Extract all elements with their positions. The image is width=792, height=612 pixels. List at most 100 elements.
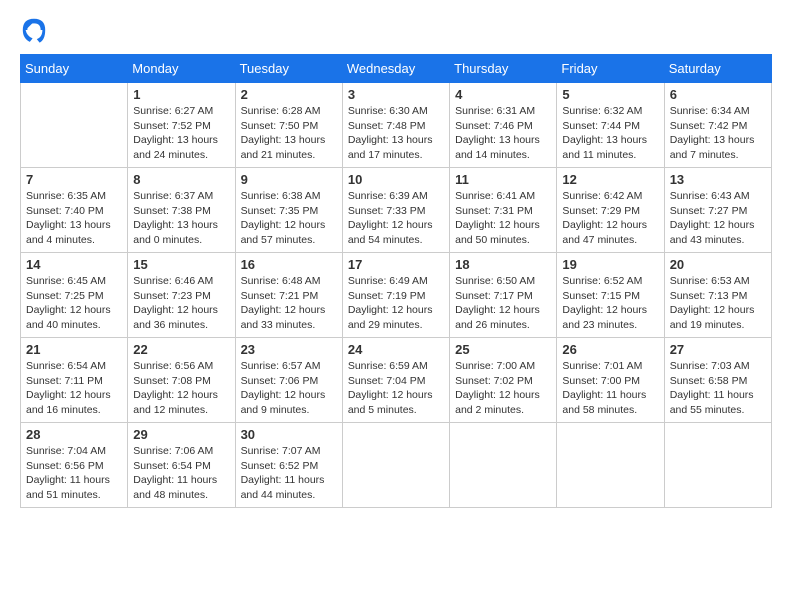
day-info: Sunrise: 6:39 AMSunset: 7:33 PMDaylight:… [348,189,444,248]
day-info: Sunrise: 6:45 AMSunset: 7:25 PMDaylight:… [26,274,122,333]
calendar-day-cell: 28 Sunrise: 7:04 AMSunset: 6:56 PMDayligh… [21,423,128,508]
day-info: Sunrise: 6:53 AMSunset: 7:13 PMDaylight:… [670,274,766,333]
day-info: Sunrise: 6:32 AMSunset: 7:44 PMDaylight:… [562,104,658,163]
day-number: 11 [455,172,551,187]
day-info: Sunrise: 7:03 AMSunset: 6:58 PMDaylight:… [670,359,766,418]
day-info: Sunrise: 6:43 AMSunset: 7:27 PMDaylight:… [670,189,766,248]
calendar-day-cell: 9 Sunrise: 6:38 AMSunset: 7:35 PMDaylight… [235,168,342,253]
day-info: Sunrise: 6:48 AMSunset: 7:21 PMDaylight:… [241,274,337,333]
day-number: 9 [241,172,337,187]
header [20,16,772,44]
calendar-day-cell: 6 Sunrise: 6:34 AMSunset: 7:42 PMDaylight… [664,83,771,168]
day-info: Sunrise: 6:42 AMSunset: 7:29 PMDaylight:… [562,189,658,248]
calendar-day-cell: 17 Sunrise: 6:49 AMSunset: 7:19 PMDayligh… [342,253,449,338]
day-number: 29 [133,427,229,442]
calendar-week-row: 14 Sunrise: 6:45 AMSunset: 7:25 PMDayligh… [21,253,772,338]
calendar-day-cell: 4Sunrise: 6:31 AMSunset: 7:46 PMDaylight… [450,83,557,168]
day-number: 6 [670,87,766,102]
calendar-day-cell: 25Sunrise: 7:00 AMSunset: 7:02 PMDayligh… [450,338,557,423]
day-info: Sunrise: 6:57 AMSunset: 7:06 PMDaylight:… [241,359,337,418]
day-info: Sunrise: 6:27 AMSunset: 7:52 PMDaylight:… [133,104,229,163]
day-number: 20 [670,257,766,272]
day-of-week-header: Sunday [21,55,128,83]
day-number: 10 [348,172,444,187]
day-number: 17 [348,257,444,272]
calendar-day-cell [342,423,449,508]
day-info: Sunrise: 6:37 AMSunset: 7:38 PMDaylight:… [133,189,229,248]
calendar-day-cell: 16 Sunrise: 6:48 AMSunset: 7:21 PMDayligh… [235,253,342,338]
day-of-week-header: Wednesday [342,55,449,83]
calendar-day-cell [664,423,771,508]
calendar-day-cell [21,83,128,168]
day-info: Sunrise: 6:35 AMSunset: 7:40 PMDaylight:… [26,189,122,248]
calendar-day-cell: 8 Sunrise: 6:37 AMSunset: 7:38 PMDaylight… [128,168,235,253]
day-of-week-header: Monday [128,55,235,83]
day-of-week-header: Saturday [664,55,771,83]
day-info: Sunrise: 7:06 AMSunset: 6:54 PMDaylight:… [133,444,229,503]
calendar-day-cell: 19 Sunrise: 6:52 AMSunset: 7:15 PMDayligh… [557,253,664,338]
day-number: 19 [562,257,658,272]
calendar-day-cell: 27 Sunrise: 7:03 AMSunset: 6:58 PMDayligh… [664,338,771,423]
calendar-day-cell: 24Sunrise: 6:59 AMSunset: 7:04 PMDayligh… [342,338,449,423]
day-number: 8 [133,172,229,187]
day-info: Sunrise: 6:41 AMSunset: 7:31 PMDaylight:… [455,189,551,248]
calendar-week-row: 1 Sunrise: 6:27 AMSunset: 7:52 PMDaylight… [21,83,772,168]
day-info: Sunrise: 7:07 AMSunset: 6:52 PMDaylight:… [241,444,337,503]
calendar-day-cell [557,423,664,508]
day-number: 23 [241,342,337,357]
calendar-day-cell: 29 Sunrise: 7:06 AMSunset: 6:54 PMDayligh… [128,423,235,508]
day-number: 21 [26,342,122,357]
day-number: 27 [670,342,766,357]
day-of-week-header: Friday [557,55,664,83]
day-info: Sunrise: 7:01 AMSunset: 7:00 PMDaylight:… [562,359,658,418]
calendar-day-cell: 20 Sunrise: 6:53 AMSunset: 7:13 PMDayligh… [664,253,771,338]
calendar-day-cell: 15Sunrise: 6:46 AMSunset: 7:23 PMDayligh… [128,253,235,338]
day-info: Sunrise: 6:34 AMSunset: 7:42 PMDaylight:… [670,104,766,163]
day-info: Sunrise: 6:52 AMSunset: 7:15 PMDaylight:… [562,274,658,333]
calendar-day-cell: 26 Sunrise: 7:01 AMSunset: 7:00 PMDayligh… [557,338,664,423]
calendar-day-cell: 12 Sunrise: 6:42 AMSunset: 7:29 PMDayligh… [557,168,664,253]
day-number: 22 [133,342,229,357]
day-number: 30 [241,427,337,442]
day-number: 5 [562,87,658,102]
day-info: Sunrise: 6:50 AMSunset: 7:17 PMDaylight:… [455,274,551,333]
calendar-day-cell: 22 Sunrise: 6:56 AMSunset: 7:08 PMDayligh… [128,338,235,423]
calendar-week-row: 28 Sunrise: 7:04 AMSunset: 6:56 PMDayligh… [21,423,772,508]
day-number: 25 [455,342,551,357]
calendar-day-cell: 2 Sunrise: 6:28 AMSunset: 7:50 PMDaylight… [235,83,342,168]
day-number: 18 [455,257,551,272]
calendar-day-cell: 13 Sunrise: 6:43 AMSunset: 7:27 PMDayligh… [664,168,771,253]
day-info: Sunrise: 6:38 AMSunset: 7:35 PMDaylight:… [241,189,337,248]
calendar-day-cell: 11 Sunrise: 6:41 AMSunset: 7:31 PMDayligh… [450,168,557,253]
day-info: Sunrise: 7:04 AMSunset: 6:56 PMDaylight:… [26,444,122,503]
day-info: Sunrise: 6:31 AMSunset: 7:46 PMDaylight:… [455,104,551,163]
day-info: Sunrise: 6:56 AMSunset: 7:08 PMDaylight:… [133,359,229,418]
day-number: 28 [26,427,122,442]
calendar-week-row: 21Sunrise: 6:54 AMSunset: 7:11 PMDayligh… [21,338,772,423]
logo-icon [20,16,48,44]
day-of-week-header: Tuesday [235,55,342,83]
day-number: 14 [26,257,122,272]
day-number: 2 [241,87,337,102]
day-number: 1 [133,87,229,102]
calendar-header-row: SundayMondayTuesdayWednesdayThursdayFrid… [21,55,772,83]
day-number: 7 [26,172,122,187]
calendar-day-cell: 23 Sunrise: 6:57 AMSunset: 7:06 PMDayligh… [235,338,342,423]
calendar-week-row: 7 Sunrise: 6:35 AMSunset: 7:40 PMDaylight… [21,168,772,253]
calendar-day-cell: 14 Sunrise: 6:45 AMSunset: 7:25 PMDayligh… [21,253,128,338]
calendar-day-cell [450,423,557,508]
day-number: 13 [670,172,766,187]
day-number: 12 [562,172,658,187]
calendar-day-cell: 18 Sunrise: 6:50 AMSunset: 7:17 PMDayligh… [450,253,557,338]
calendar-day-cell: 30 Sunrise: 7:07 AMSunset: 6:52 PMDayligh… [235,423,342,508]
calendar-day-cell: 3 Sunrise: 6:30 AMSunset: 7:48 PMDaylight… [342,83,449,168]
day-number: 16 [241,257,337,272]
day-info: Sunrise: 6:28 AMSunset: 7:50 PMDaylight:… [241,104,337,163]
day-info: Sunrise: 6:49 AMSunset: 7:19 PMDaylight:… [348,274,444,333]
calendar-day-cell: 10 Sunrise: 6:39 AMSunset: 7:33 PMDayligh… [342,168,449,253]
day-number: 3 [348,87,444,102]
day-info: Sunrise: 6:30 AMSunset: 7:48 PMDaylight:… [348,104,444,163]
calendar-day-cell: 7 Sunrise: 6:35 AMSunset: 7:40 PMDaylight… [21,168,128,253]
logo [20,16,52,44]
day-number: 26 [562,342,658,357]
